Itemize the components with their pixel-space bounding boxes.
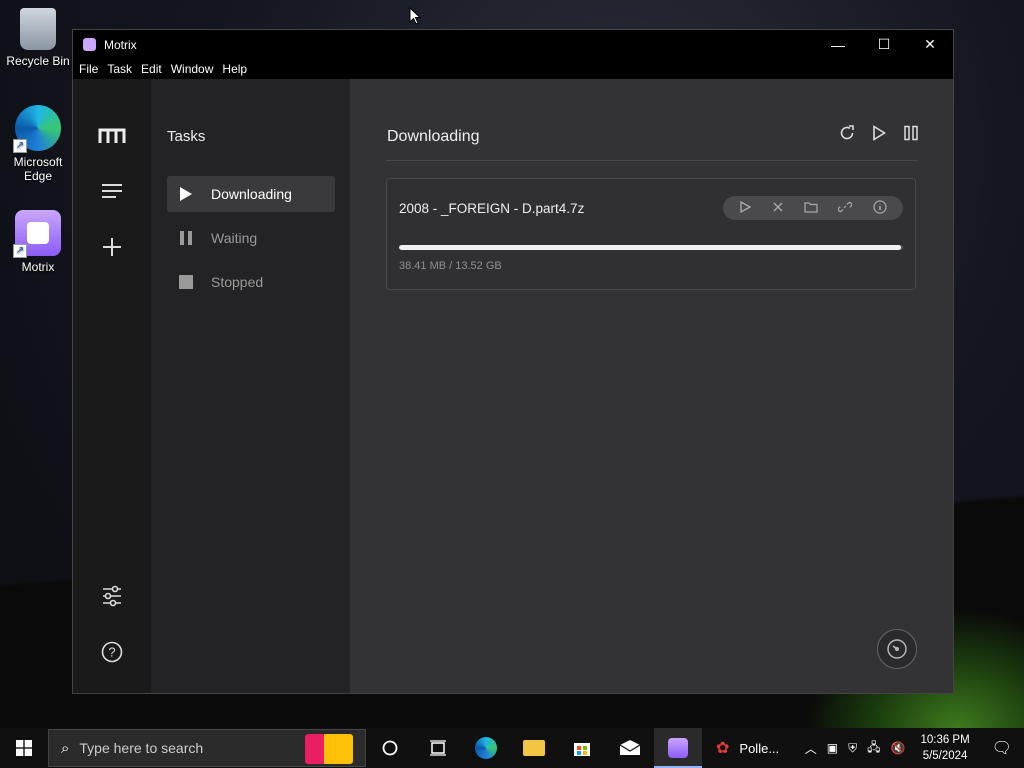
- task-name: 2008 - _FOREIGN - D.part4.7z: [399, 201, 585, 216]
- maximize-button[interactable]: ☐: [861, 30, 907, 59]
- task-progress-fill: [399, 245, 902, 250]
- svg-text:?: ?: [108, 645, 115, 660]
- chevron-up-icon[interactable]: ︿: [800, 740, 822, 757]
- pollen-label: Polle...: [739, 740, 780, 756]
- search-placeholder: Type here to search: [79, 740, 204, 756]
- clock[interactable]: 10:36 PM 5/5/2024: [910, 732, 979, 764]
- subnav-item-downloading[interactable]: Downloading: [167, 176, 335, 212]
- edge-taskbar-icon[interactable]: [462, 728, 510, 768]
- file-explorer-icon[interactable]: [510, 728, 558, 768]
- mouse-cursor-icon: [409, 7, 421, 25]
- desktop-icon-edge[interactable]: ↗ Microsoft Edge: [4, 105, 72, 183]
- menu-help[interactable]: Help: [221, 62, 253, 76]
- volume-muted-icon[interactable]: 🔇: [886, 741, 911, 755]
- desktop-icon-label: Recycle Bin: [6, 54, 70, 68]
- main-panel: Downloading 2008 - _FOREIGN - D.part4.7z…: [350, 79, 953, 693]
- desktop-icon-motrix[interactable]: ↗ Motrix: [4, 210, 72, 274]
- menu-file[interactable]: File: [78, 62, 104, 76]
- subnav-item-waiting[interactable]: Waiting: [167, 220, 335, 256]
- title-bar[interactable]: Motrix — ☐ ✕: [73, 30, 953, 59]
- help-icon[interactable]: ?: [97, 637, 127, 667]
- toolbar: [839, 125, 919, 146]
- menu-window[interactable]: Window: [170, 62, 220, 76]
- mail-icon[interactable]: [606, 728, 654, 768]
- desktop-icon-label: Motrix: [21, 260, 55, 274]
- cortana-icon[interactable]: [366, 728, 414, 768]
- task-view-icon[interactable]: [414, 728, 462, 768]
- task-item[interactable]: 2008 - _FOREIGN - D.part4.7z 38.41 MB / …: [386, 178, 916, 290]
- pollen-icon: ✿: [716, 740, 730, 757]
- meet-now-icon[interactable]: ▣: [822, 741, 843, 755]
- motrix-logo-icon[interactable]: [97, 121, 127, 151]
- search-highlight-image: [305, 734, 353, 764]
- store-icon[interactable]: [558, 728, 606, 768]
- task-subnav: Tasks Downloading Waiting Stopped: [151, 79, 350, 693]
- add-icon[interactable]: [97, 232, 127, 262]
- minimize-button[interactable]: —: [815, 30, 861, 59]
- subnav-item-label: Waiting: [211, 230, 258, 246]
- play-icon[interactable]: [871, 125, 887, 146]
- notifications-icon[interactable]: 🗨: [980, 738, 1024, 758]
- menu-icon[interactable]: [97, 176, 127, 206]
- edge-icon: ↗: [13, 105, 61, 153]
- shortcut-arrow-icon: ↗: [13, 244, 27, 258]
- motrix-app-icon: [83, 38, 96, 51]
- subnav-item-stopped[interactable]: Stopped: [167, 264, 335, 300]
- subnav-item-label: Stopped: [211, 274, 264, 290]
- sidebar: ?: [73, 79, 151, 693]
- menu-bar: File Task Edit Window Help: [73, 59, 953, 79]
- task-progress-bar: [399, 245, 903, 250]
- play-icon[interactable]: [739, 200, 752, 216]
- desktop-icon-label: Microsoft Edge: [13, 155, 63, 183]
- page-title: Downloading: [387, 128, 480, 145]
- start-button[interactable]: [0, 728, 48, 768]
- recycle-bin-icon: [20, 8, 56, 50]
- close-icon[interactable]: [772, 201, 784, 216]
- task-size-text: 38.41 MB / 13.52 GB: [399, 260, 502, 272]
- link-icon[interactable]: [838, 200, 853, 217]
- motrix-taskbar-icon[interactable]: [654, 728, 702, 768]
- play-icon: [179, 187, 193, 201]
- motrix-icon: ↗: [13, 210, 61, 258]
- taskbar: ⌕ Type here to search ✿ Polle... ︿ ▣ ⛨ 🖧…: [0, 728, 1024, 768]
- pause-icon: [179, 231, 193, 245]
- network-icon[interactable]: 🖧: [862, 738, 885, 759]
- clock-date: 5/5/2024: [922, 750, 968, 762]
- info-icon[interactable]: [873, 199, 887, 217]
- pause-icon[interactable]: [903, 125, 919, 146]
- speedometer-icon[interactable]: [877, 629, 917, 669]
- desktop-icon-recycle-bin[interactable]: Recycle Bin: [4, 8, 72, 68]
- menu-edit[interactable]: Edit: [140, 62, 168, 76]
- header-divider: [386, 160, 917, 161]
- refresh-icon[interactable]: [839, 125, 855, 146]
- menu-task[interactable]: Task: [106, 62, 138, 76]
- clock-time: 10:36 PM: [920, 734, 970, 746]
- security-icon[interactable]: ⛨: [843, 741, 862, 756]
- pollen-taskbar-app[interactable]: ✿ Polle...: [702, 728, 798, 768]
- system-tray: ︿ ▣ ⛨ 🖧 🔇 10:36 PM 5/5/2024 🗨: [800, 728, 1024, 768]
- shortcut-arrow-icon: ↗: [13, 139, 27, 153]
- window-title: Motrix: [104, 37, 137, 52]
- close-button[interactable]: ✕: [907, 30, 953, 59]
- stop-icon: [179, 275, 193, 289]
- settings-sliders-icon[interactable]: [97, 581, 127, 611]
- subnav-heading: Tasks: [167, 128, 206, 145]
- motrix-window: Motrix — ☐ ✕ File Task Edit Window Help …: [72, 29, 954, 694]
- taskbar-search[interactable]: ⌕ Type here to search: [48, 729, 366, 767]
- subnav-item-label: Downloading: [211, 186, 292, 202]
- search-icon: ⌕: [61, 739, 70, 757]
- task-actions: [723, 196, 903, 220]
- folder-icon[interactable]: [804, 201, 818, 216]
